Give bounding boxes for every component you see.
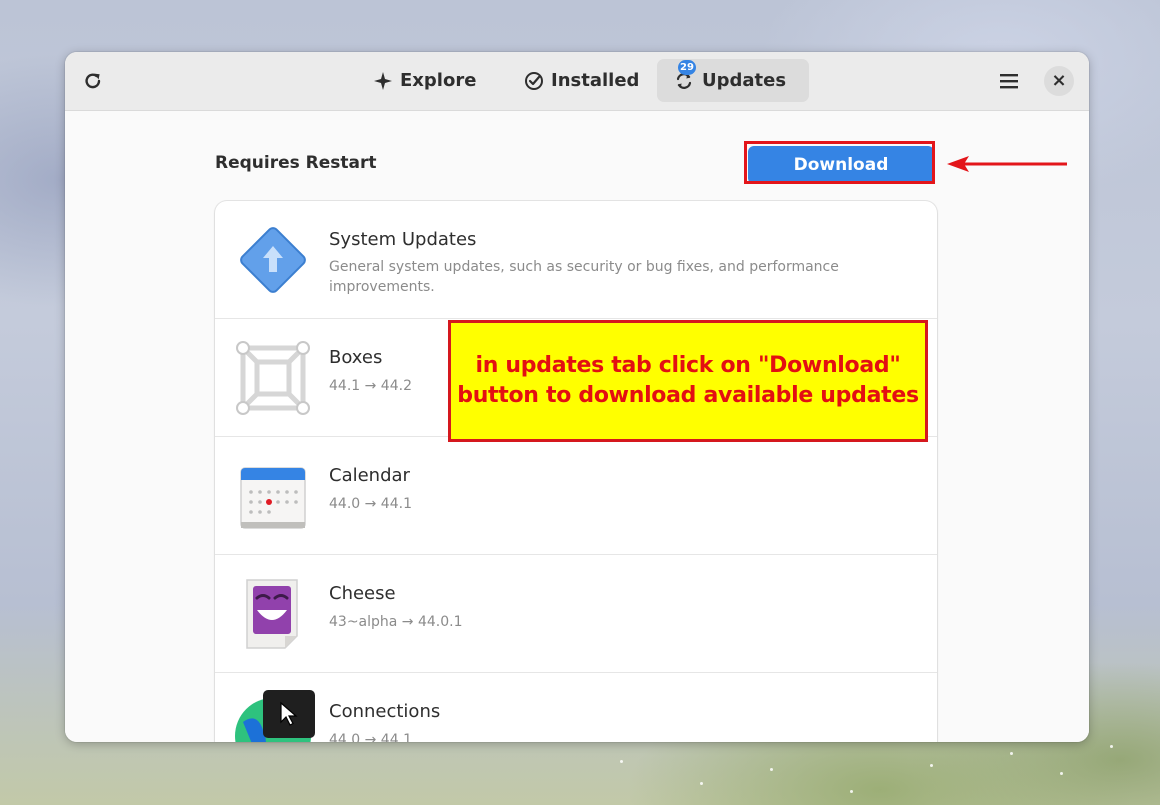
wallpaper-speck <box>930 764 933 767</box>
tab-label: Updates <box>702 70 787 91</box>
wallpaper-speck <box>620 760 623 763</box>
annotation-line-1: in updates tab click on "Download" <box>475 353 901 378</box>
wallpaper-speck <box>770 768 773 771</box>
boxes-icon <box>236 341 310 415</box>
tab-installed[interactable]: Installed <box>508 59 640 102</box>
updates-list: System Updates General system updates, s… <box>215 201 937 742</box>
system-updates-icon <box>240 227 306 293</box>
mouse-pointer-icon <box>280 701 298 726</box>
close-window-button[interactable]: × <box>1044 66 1074 96</box>
wallpaper-speck <box>1110 745 1113 748</box>
main-menu-button[interactable] <box>992 65 1026 97</box>
app-name: Boxes <box>329 347 383 368</box>
updates-count-badge: 29 <box>678 59 696 75</box>
tab-label: Installed <box>551 70 640 91</box>
section-title: Requires Restart <box>215 153 377 173</box>
tab-label: Explore <box>400 70 477 91</box>
tab-updates[interactable]: 29 Updates <box>657 59 809 102</box>
list-item[interactable]: Calendar 44.0 → 44.1 <box>215 437 937 555</box>
hamburger-menu-icon <box>1000 74 1018 89</box>
check-circle-icon <box>524 70 544 92</box>
app-description: General system updates, such as security… <box>329 259 839 295</box>
wallpaper-speck <box>1010 752 1013 755</box>
app-name: Cheese <box>329 583 396 604</box>
cursor-overlay <box>263 690 315 738</box>
close-icon: × <box>1051 70 1067 91</box>
download-button[interactable]: Download <box>748 146 934 184</box>
wallpaper-speck <box>850 790 853 793</box>
list-item[interactable]: Connections 44.0 → 44.1 <box>215 673 937 742</box>
app-version: 44.0 → 44.1 <box>329 732 412 742</box>
app-version: 43~alpha → 44.0.1 <box>329 614 463 630</box>
app-name: System Updates <box>329 229 477 250</box>
app-name: Connections <box>329 701 441 722</box>
header-bar: Explore Installed 29 Updates × <box>65 52 1089 111</box>
wallpaper-speck <box>700 782 703 785</box>
list-item[interactable]: System Updates General system updates, s… <box>215 201 937 319</box>
calendar-icon <box>240 467 306 529</box>
app-name: Calendar <box>329 465 410 486</box>
app-version: 44.0 → 44.1 <box>329 496 412 512</box>
app-version: 44.1 → 44.2 <box>329 378 412 394</box>
refresh-icon <box>85 73 101 89</box>
wallpaper-speck <box>1060 772 1063 775</box>
pointer-arrow-icon <box>947 156 1067 172</box>
annotation-callout: in updates tab click on "Download" butto… <box>448 320 928 442</box>
refresh-button[interactable] <box>77 65 109 97</box>
update-icon: 29 <box>673 59 696 92</box>
tab-explore[interactable]: Explore <box>357 59 477 102</box>
annotation-line-2: button to download available updates <box>457 383 919 408</box>
cheese-icon <box>246 579 298 649</box>
explore-icon <box>373 70 393 92</box>
list-item[interactable]: Cheese 43~alpha → 44.0.1 <box>215 555 937 673</box>
